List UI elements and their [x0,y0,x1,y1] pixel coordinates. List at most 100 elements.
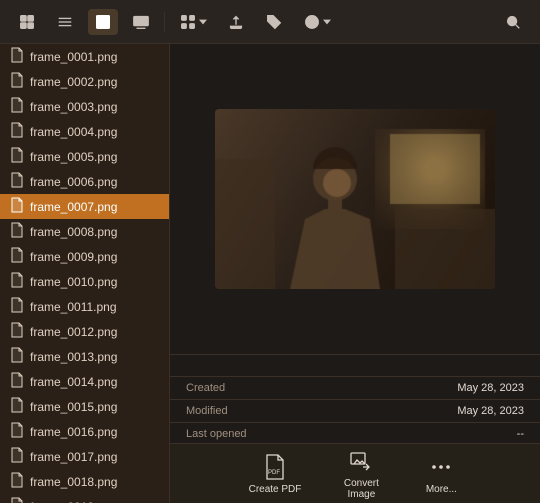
toolbar-separator-1 [164,12,165,32]
file-icon [10,397,24,416]
more-button[interactable]: More... [411,449,471,499]
tag-button[interactable] [259,9,289,35]
file-name: frame_0005.png [30,150,117,164]
svg-text:PDF: PDF [268,470,280,476]
info-row-label: Modified [186,405,306,417]
file-name: frame_0014.png [30,375,117,389]
sidebar-item[interactable]: frame_0005.png [0,144,169,169]
info-row: ModifiedMay 28, 2023 [170,402,540,420]
info-row: CreatedMay 28, 2023 [170,379,540,397]
toolbar [0,0,540,44]
file-icon [10,372,24,391]
more-label: More... [426,484,457,495]
file-name: frame_0009.png [30,250,117,264]
info-row: Last opened-- [170,425,540,443]
file-name: frame_0008.png [30,225,117,239]
file-name: frame_0013.png [30,350,117,364]
sidebar-item[interactable]: frame_0016.png [0,419,169,444]
list-view-button[interactable] [50,9,80,35]
sidebar-item[interactable]: frame_0003.png [0,94,169,119]
file-name: frame_0003.png [30,100,117,114]
file-name: frame_0012.png [30,325,117,339]
sidebar-item[interactable]: frame_0013.png [0,344,169,369]
file-icon [10,72,24,91]
sidebar-item[interactable]: frame_0015.png [0,394,169,419]
convert-image-label: Convert Image [344,478,379,500]
sidebar-item[interactable]: frame_0009.png [0,244,169,269]
sidebar-item[interactable]: frame_0001.png [0,44,169,69]
file-icon [10,97,24,116]
convert-image-button[interactable]: Convert Image [331,443,391,503]
sidebar-item[interactable]: frame_0012.png [0,319,169,344]
info-row-label: Last opened [186,428,306,440]
file-name: frame_0006.png [30,175,117,189]
grid-view-button[interactable] [12,9,42,35]
info-row-label: Created [186,382,306,394]
file-icon [10,472,24,491]
file-icon [10,222,24,241]
sidebar-item[interactable]: frame_0002.png [0,69,169,94]
file-name: frame_0010.png [30,275,117,289]
file-name: frame_0018.png [30,475,117,489]
file-icon [10,172,24,191]
info-row-value: -- [306,428,524,440]
file-icon [10,272,24,291]
file-icon [10,197,24,216]
file-icon [10,422,24,441]
sidebar-item[interactable]: frame_0019.png [0,494,169,503]
search-button[interactable] [498,9,528,35]
sidebar-item[interactable]: frame_0010.png [0,269,169,294]
info-rows: CreatedMay 28, 2023ModifiedMay 28, 2023L… [170,379,540,443]
action-bar: PDF Create PDF Convert Image More... [170,443,540,503]
file-name: frame_0002.png [30,75,117,89]
convert-icon [347,447,375,475]
info-row-divider [170,399,540,400]
file-name: frame_0016.png [30,425,117,439]
sidebar: frame_0001.png frame_0002.png frame_0003… [0,44,170,503]
sidebar-item[interactable]: frame_0018.png [0,469,169,494]
file-icon [10,297,24,316]
info-header [170,355,540,366]
share-group-button[interactable] [173,9,213,35]
actions-button[interactable] [297,9,337,35]
gallery-view-button[interactable] [126,9,156,35]
info-row-value: May 28, 2023 [306,382,524,394]
file-icon [10,122,24,141]
file-name: frame_0015.png [30,400,117,414]
content-area: CreatedMay 28, 2023ModifiedMay 28, 2023L… [170,44,540,503]
create-pdf-label: Create PDF [249,484,302,495]
preview-canvas [215,109,495,289]
file-name: frame_0007.png [30,200,117,214]
file-icon [10,322,24,341]
file-name: frame_0019.png [30,500,117,503]
file-icon [10,497,24,503]
main-area: frame_0001.png frame_0002.png frame_0003… [0,44,540,503]
more-icon [427,453,455,481]
info-section-title [170,366,202,374]
sidebar-item[interactable]: frame_0006.png [0,169,169,194]
sidebar-item[interactable]: frame_0004.png [0,119,169,144]
preview-area [170,44,540,354]
file-icon [10,47,24,66]
file-icon [10,147,24,166]
info-row-divider [170,422,540,423]
sidebar-item[interactable]: frame_0011.png [0,294,169,319]
file-name: frame_0011.png [30,300,117,314]
sidebar-item[interactable]: frame_0017.png [0,444,169,469]
show-less-button[interactable] [508,366,540,374]
columns-view-button[interactable] [88,9,118,35]
info-panel: CreatedMay 28, 2023ModifiedMay 28, 2023L… [170,354,540,443]
file-icon [10,447,24,466]
file-name: frame_0004.png [30,125,117,139]
info-divider-1 [170,376,540,377]
info-row-value: May 28, 2023 [306,405,524,417]
file-name: frame_0017.png [30,450,117,464]
pdf-icon: PDF [261,453,289,481]
preview-image [215,109,495,289]
sidebar-item[interactable]: frame_0014.png [0,369,169,394]
file-name: frame_0001.png [30,50,117,64]
upload-button[interactable] [221,9,251,35]
sidebar-item[interactable]: frame_0008.png [0,219,169,244]
create-pdf-button[interactable]: PDF Create PDF [239,449,312,499]
sidebar-item[interactable]: frame_0007.png [0,194,169,219]
